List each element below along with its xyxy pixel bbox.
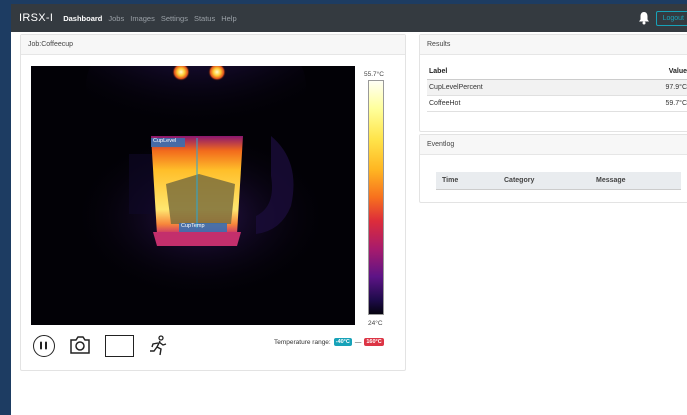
roi-rectangle-button[interactable] bbox=[105, 335, 134, 357]
snapshot-button[interactable] bbox=[69, 335, 91, 355]
results-col-label: Label bbox=[427, 64, 609, 80]
thermal-image[interactable] bbox=[31, 66, 355, 325]
results-table: Label Value CupLevelPercent 97.9°C Coffe… bbox=[427, 64, 687, 112]
nav-jobs[interactable]: Jobs bbox=[108, 14, 124, 23]
scale-max-label: 55.7°C bbox=[364, 71, 384, 78]
eventlog-header-row: Time Category Message bbox=[436, 172, 681, 190]
result-label: CupLevelPercent bbox=[427, 79, 609, 96]
run-button[interactable] bbox=[147, 335, 169, 357]
pause-button[interactable] bbox=[33, 335, 55, 357]
results-col-value: Value bbox=[608, 64, 687, 80]
job-title: Job:Coffeecup bbox=[21, 35, 405, 55]
temp-low-badge: -40°C bbox=[333, 338, 352, 346]
temp-range-label: Temperature range: bbox=[274, 338, 331, 346]
result-value: 59.7°C bbox=[608, 95, 687, 112]
nav-settings[interactable]: Settings bbox=[161, 14, 188, 23]
camera-icon bbox=[70, 336, 90, 354]
roi-label-cuptemp: CupTemp bbox=[181, 223, 205, 229]
running-person-icon bbox=[150, 335, 167, 356]
nav-images[interactable]: Images bbox=[130, 14, 155, 23]
table-row[interactable]: CoffeeHot 59.7°C bbox=[427, 95, 687, 112]
results-title: Results bbox=[420, 35, 687, 55]
eventlog-col-message: Message bbox=[590, 172, 681, 190]
eventlog-col-time: Time bbox=[436, 172, 498, 190]
color-scale-bar bbox=[368, 80, 384, 315]
result-value: 97.9°C bbox=[608, 79, 687, 96]
job-panel: Job:Coffeecup CupLevel CupTemp 55.7°C 24… bbox=[20, 34, 406, 371]
temp-high-badge: 160°C bbox=[364, 338, 384, 346]
temperature-range: Temperature range: -40°C — 160°C bbox=[274, 338, 384, 346]
result-label: CoffeeHot bbox=[427, 95, 609, 112]
nav-status[interactable]: Status bbox=[194, 14, 215, 23]
pause-icon bbox=[40, 341, 47, 350]
app-window: IRSX-I Dashboard Jobs Images Settings St… bbox=[11, 4, 687, 415]
results-header-row: Label Value bbox=[427, 64, 687, 80]
eventlog-panel: Eventlog Time Category Message bbox=[419, 134, 687, 203]
brand-logo[interactable]: IRSX-I bbox=[19, 12, 53, 24]
nav-help[interactable]: Help bbox=[221, 14, 236, 23]
eventlog-title: Eventlog bbox=[420, 135, 687, 155]
eventlog-table: Time Category Message bbox=[436, 172, 681, 190]
thermal-image-render bbox=[31, 66, 355, 325]
logout-button[interactable]: Logout bbox=[655, 10, 687, 26]
results-panel: Results Label Value CupLevelPercent 97.9… bbox=[419, 34, 687, 132]
roi-label-cuplevel: CupLevel bbox=[153, 138, 177, 144]
table-row[interactable]: CupLevelPercent 97.9°C bbox=[427, 79, 687, 96]
eventlog-col-category: Category bbox=[498, 172, 590, 190]
nav-dashboard[interactable]: Dashboard bbox=[63, 14, 102, 23]
bell-icon[interactable] bbox=[638, 11, 650, 25]
navbar: IRSX-I Dashboard Jobs Images Settings St… bbox=[11, 4, 687, 32]
scale-min-label: 24°C bbox=[368, 320, 383, 327]
temp-range-separator: — bbox=[354, 338, 362, 346]
